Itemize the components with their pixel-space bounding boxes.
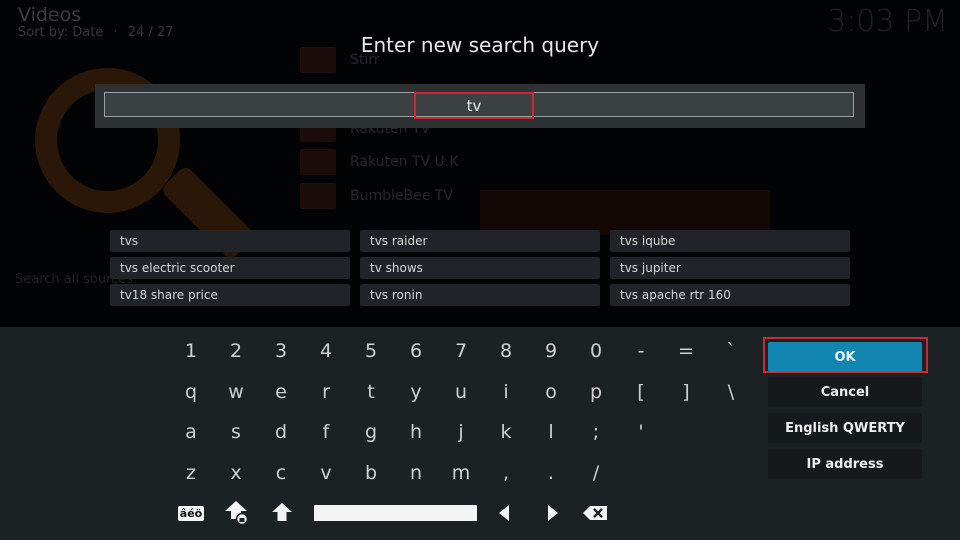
- key-button[interactable]: k: [486, 415, 526, 449]
- suggestion-item[interactable]: tvs raider: [360, 230, 600, 252]
- key-button[interactable]: s: [216, 415, 256, 449]
- key-button[interactable]: y: [396, 375, 436, 409]
- backspace-icon: [583, 506, 607, 520]
- key-button[interactable]: [: [621, 375, 661, 409]
- key-button[interactable]: j: [441, 415, 481, 449]
- accent-toggle-button[interactable]: âéö: [177, 501, 205, 525]
- key-button[interactable]: f: [306, 415, 346, 449]
- key-button[interactable]: x: [216, 456, 256, 490]
- search-input-value[interactable]: tv: [414, 92, 534, 119]
- addon-thumbnail: [300, 149, 336, 175]
- accent-label: âéö: [177, 505, 205, 521]
- key-button[interactable]: /: [576, 456, 616, 490]
- ip-address-button[interactable]: IP address: [768, 449, 922, 479]
- key-button[interactable]: n: [396, 456, 436, 490]
- suggestion-item[interactable]: tvs iqube: [610, 230, 850, 252]
- key-button[interactable]: e: [261, 375, 301, 409]
- key-button[interactable]: 2: [216, 334, 256, 368]
- key-button[interactable]: 5: [351, 334, 391, 368]
- key-button[interactable]: \: [711, 375, 751, 409]
- cursor-left-button[interactable]: [494, 501, 514, 525]
- suggestion-item[interactable]: tvs jupiter: [610, 257, 850, 279]
- key-button[interactable]: w: [216, 375, 256, 409]
- key-button[interactable]: r: [306, 375, 346, 409]
- key-button[interactable]: 1: [171, 334, 211, 368]
- suggestion-item[interactable]: tvs: [110, 230, 350, 252]
- key-button[interactable]: =: [666, 334, 706, 368]
- suggestion-item[interactable]: tvs ronin: [360, 284, 600, 306]
- arrow-left-icon: [499, 505, 509, 521]
- suggestion-item[interactable]: tvs apache rtr 160: [610, 284, 850, 306]
- key-button[interactable]: t: [351, 375, 391, 409]
- suggestion-item[interactable]: tv shows: [360, 257, 600, 279]
- suggestion-item[interactable]: tvs electric scooter: [110, 257, 350, 279]
- caps-lock-icon: [225, 501, 249, 525]
- key-button[interactable]: 4: [306, 334, 346, 368]
- key-button[interactable]: `: [711, 334, 751, 368]
- list-item: Rakuten TV U.K: [300, 147, 458, 177]
- key-button[interactable]: a: [171, 415, 211, 449]
- window-title: Videos: [18, 4, 82, 26]
- keyboard-layout-button[interactable]: English QWERTY: [768, 413, 922, 443]
- key-button[interactable]: z: [171, 456, 211, 490]
- key-button[interactable]: c: [261, 456, 301, 490]
- key-button[interactable]: 6: [396, 334, 436, 368]
- key-button[interactable]: g: [351, 415, 391, 449]
- arrow-right-icon: [548, 505, 558, 521]
- shift-icon: [272, 503, 292, 521]
- key-button[interactable]: -: [621, 334, 661, 368]
- key-button[interactable]: 9: [531, 334, 571, 368]
- key-button[interactable]: ': [621, 415, 661, 449]
- cancel-button[interactable]: Cancel: [768, 377, 922, 407]
- key-button[interactable]: h: [396, 415, 436, 449]
- key-button[interactable]: l: [531, 415, 571, 449]
- key-button[interactable]: .: [531, 456, 571, 490]
- suggestion-item[interactable]: tv18 share price: [110, 284, 350, 306]
- list-item: BumbleBee TV: [300, 181, 453, 211]
- key-button[interactable]: m: [441, 456, 481, 490]
- shift-button[interactable]: [268, 500, 296, 524]
- key-button[interactable]: 7: [441, 334, 481, 368]
- dialog-title: Enter new search query: [360, 33, 600, 57]
- key-button[interactable]: o: [531, 375, 571, 409]
- key-button[interactable]: q: [171, 375, 211, 409]
- cursor-right-button[interactable]: [543, 501, 563, 525]
- key-button[interactable]: ]: [666, 375, 706, 409]
- key-button[interactable]: b: [351, 456, 391, 490]
- key-button[interactable]: v: [306, 456, 346, 490]
- key-button[interactable]: ,: [486, 456, 526, 490]
- key-button[interactable]: d: [261, 415, 301, 449]
- caps-lock-button[interactable]: [222, 500, 250, 525]
- key-button[interactable]: 8: [486, 334, 526, 368]
- backspace-button[interactable]: [581, 501, 609, 525]
- key-button[interactable]: u: [441, 375, 481, 409]
- addon-thumbnail: [300, 183, 336, 209]
- key-button[interactable]: 0: [576, 334, 616, 368]
- ok-button[interactable]: OK: [768, 342, 922, 372]
- space-key[interactable]: [314, 505, 477, 521]
- key-button[interactable]: p: [576, 375, 616, 409]
- key-button[interactable]: ;: [576, 415, 616, 449]
- key-button[interactable]: i: [486, 375, 526, 409]
- key-button[interactable]: 3: [261, 334, 301, 368]
